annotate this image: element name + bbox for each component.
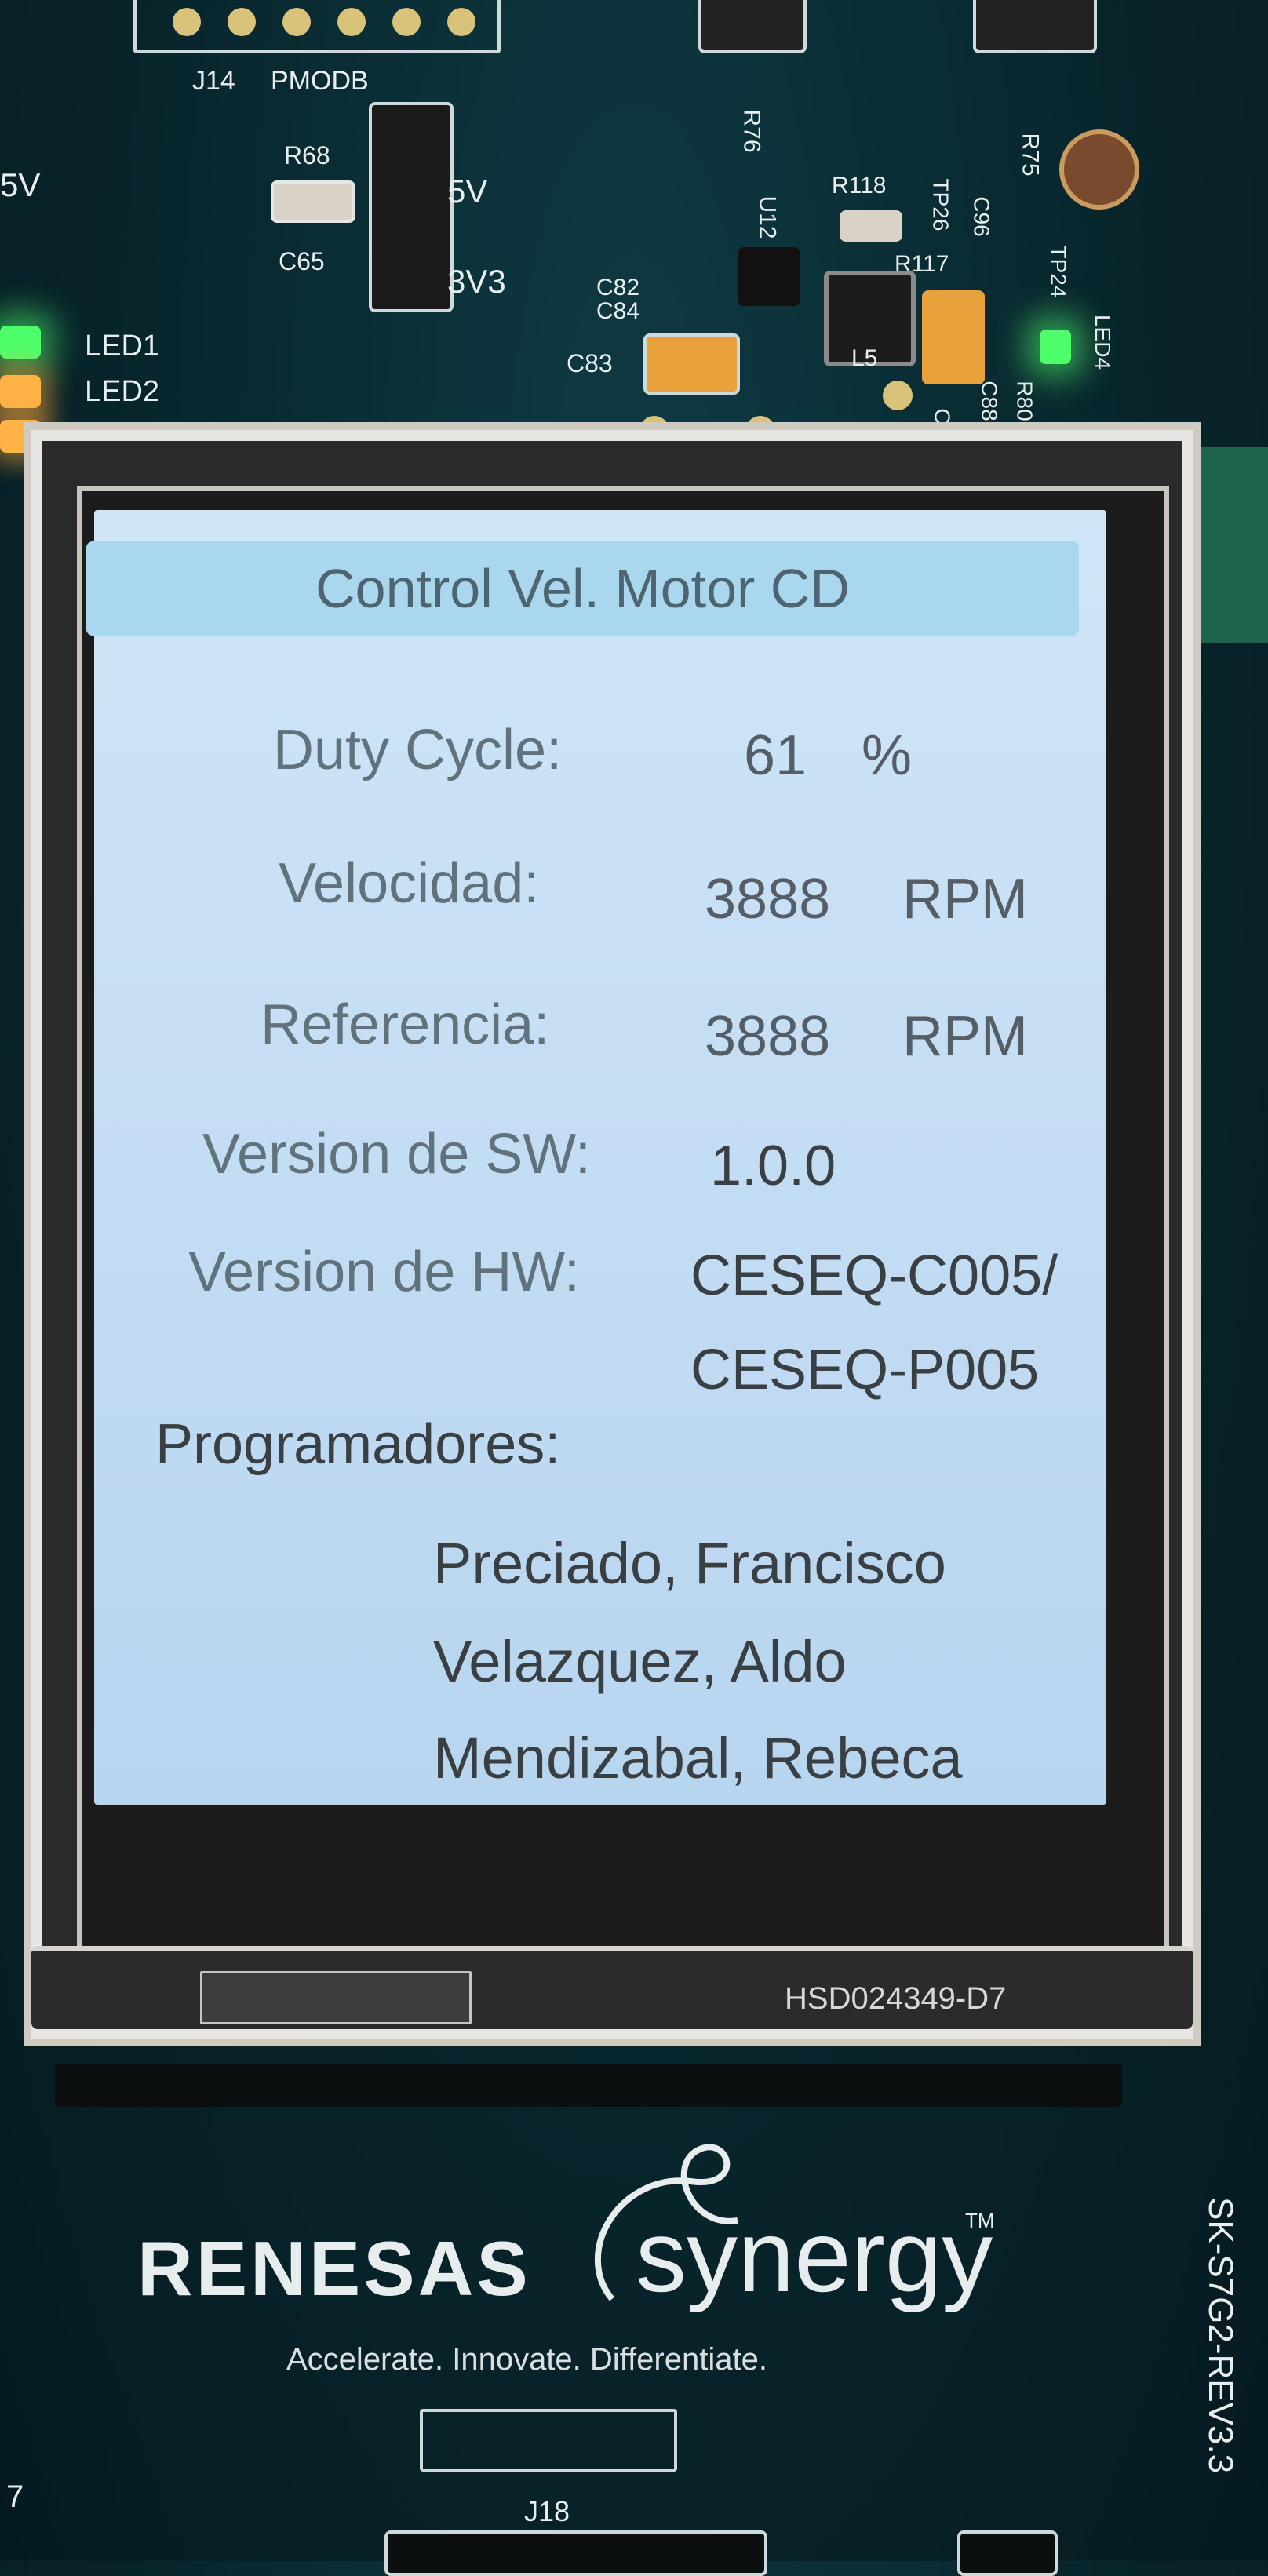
silk-j14: J14 <box>192 66 235 96</box>
programmer-1: Preciado, Francisco <box>433 1531 946 1596</box>
capacitor-c85 <box>922 290 985 384</box>
trademark: TM <box>965 2209 995 2232</box>
led1-light <box>0 326 41 359</box>
hw-version-value-2: CESEQ-P005 <box>690 1339 1040 1401</box>
silk-led2: LED2 <box>85 375 160 408</box>
silk-c84: C84 <box>596 298 640 324</box>
silk-r68: R68 <box>284 141 330 169</box>
silk-j18: J18 <box>524 2495 570 2527</box>
renesas-logo: RENESAS <box>137 2225 531 2312</box>
silk-pmodb: PMODB <box>271 66 369 96</box>
silk-c88: C88 <box>977 381 1002 421</box>
programadores-label: Programadores: <box>155 1413 561 1476</box>
silk-jumper-5v: 5V <box>447 173 488 210</box>
velocidad-value: 3888 <box>705 868 831 931</box>
silk-c96: C96 <box>969 196 994 237</box>
referencia-label: Referencia: <box>261 993 550 1056</box>
component-top <box>973 0 1097 53</box>
sw-version-value: 1.0.0 <box>710 1135 836 1197</box>
silk-l5: L5 <box>851 345 878 371</box>
silk-r80: R80 <box>1012 381 1037 421</box>
chip-u12 <box>738 247 800 306</box>
bottom-connector <box>384 2530 767 2576</box>
silk-led4: LED4 <box>1091 314 1116 370</box>
resistor-r68 <box>271 180 355 223</box>
header-pin <box>392 8 421 36</box>
header-strip <box>55 2064 1122 2107</box>
velocidad-unit: RPM <box>902 868 1028 931</box>
silk-tp24: TP24 <box>1046 245 1071 298</box>
header-pin <box>173 8 201 36</box>
silk-tp26: TP26 <box>928 178 953 231</box>
resistor-r118 <box>840 210 902 242</box>
duty-cycle-label: Duty Cycle: <box>273 719 563 782</box>
header-pin <box>228 8 256 36</box>
silk-jumper-3v3: 3V3 <box>447 263 506 300</box>
renesas-tagline: Accelerate. Innovate. Differentiate. <box>286 2342 767 2377</box>
screen-title: Control Vel. Motor CD <box>315 558 850 619</box>
silk-5v-left: 5V <box>0 166 41 203</box>
referencia-value: 3888 <box>705 1005 831 1068</box>
jumper-block <box>369 102 454 312</box>
silk-c65: C65 <box>279 247 325 275</box>
sw-version-label: Version de SW: <box>202 1123 591 1186</box>
duty-cycle-unit: % <box>862 724 913 787</box>
synergy-logo: synergy <box>636 2199 993 2313</box>
test-pad <box>883 381 913 410</box>
silk-pin7: 7 <box>6 2479 24 2514</box>
silk-led1: LED1 <box>85 330 160 363</box>
resistor-array-outline <box>420 2409 677 2472</box>
silk-r75: R75 <box>1017 133 1044 177</box>
header-pin <box>282 8 311 36</box>
hw-version-value-1: CESEQ-C005/ <box>690 1244 1058 1307</box>
silk-r118: R118 <box>832 173 887 199</box>
led2-light <box>0 375 41 408</box>
component-top <box>698 0 807 53</box>
duty-cycle-value: 61 <box>744 724 807 787</box>
silk-r76: R76 <box>738 109 765 153</box>
header-pin <box>337 8 366 36</box>
capacitor-c83 <box>643 333 740 395</box>
lcd-model-label: HSD024349-D7 <box>785 1981 1007 2016</box>
silk-c82: C82 <box>596 275 640 301</box>
test-pad <box>1059 129 1139 210</box>
programmer-3: Mendizabal, Rebeca <box>433 1725 963 1791</box>
bottom-connector-right <box>957 2530 1058 2576</box>
silk-u12: U12 <box>754 195 781 239</box>
referencia-unit: RPM <box>902 1005 1028 1068</box>
silk-c83: C83 <box>567 349 613 377</box>
board-id: SK-S7G2-REV3.3 <box>1201 2197 1240 2474</box>
header-pin <box>447 8 476 36</box>
lcd-flex-window <box>200 1971 472 2024</box>
hw-version-label: Version de HW: <box>188 1241 580 1303</box>
velocidad-label: Velocidad: <box>279 852 540 915</box>
led4-light <box>1040 330 1071 364</box>
programmer-2: Velazquez, Aldo <box>433 1629 847 1694</box>
